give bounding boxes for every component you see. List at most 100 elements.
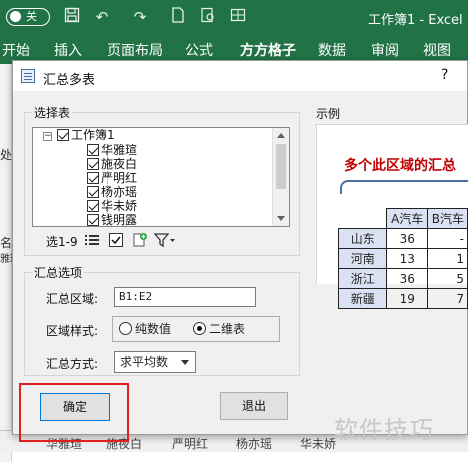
sheet-edge-text-1: 处	[0, 148, 13, 162]
table-row-header: 河南	[337, 248, 388, 269]
tree-item[interactable]: 钱明露	[87, 213, 138, 227]
range-label: 汇总区域:	[46, 292, 99, 306]
add-sheet-icon[interactable]	[132, 232, 148, 248]
tree-item[interactable]: 华未娇	[87, 199, 137, 214]
tree-item[interactable]: 杨亦瑶	[87, 185, 137, 200]
method-dropdown[interactable]: 求平均数	[114, 351, 196, 373]
autosave-toggle[interactable]: 关	[6, 8, 50, 26]
tree-item[interactable]: 华雅瑄	[87, 143, 137, 158]
table-row-header: 山东	[337, 228, 388, 249]
table-cell: 19	[386, 288, 429, 309]
table-icon[interactable]	[228, 7, 248, 27]
tree-item[interactable]: 施夜白	[87, 157, 137, 172]
tree-root-label: 工作簿1	[71, 128, 115, 142]
tree-item[interactable]: 严明红	[87, 171, 137, 186]
tab-insert[interactable]: 插入	[54, 40, 82, 60]
style-option-2d-table[interactable]: 二维表	[193, 322, 245, 336]
table-row-header: 浙江	[337, 268, 388, 289]
tree-item-label: 华雅瑄	[101, 143, 138, 157]
style-label: 区域样式:	[46, 324, 99, 338]
table-corner-cell	[338, 208, 388, 229]
tab-formulas[interactable]: 公式	[185, 40, 213, 60]
tab-fangfang-gezi[interactable]: 方方格子	[240, 40, 296, 60]
tree-item-label: 钱明露	[101, 213, 138, 227]
tree-root-row[interactable]: − 工作簿1	[33, 128, 273, 143]
method-selected-value: 求平均数	[120, 355, 169, 369]
ok-button-highlight	[19, 383, 129, 442]
table-cell: -	[427, 228, 468, 249]
scroll-down-icon[interactable]	[277, 216, 285, 221]
region-brace	[340, 180, 468, 194]
redo-icon[interactable]: ↷	[130, 7, 150, 27]
table-cell: 5	[427, 268, 468, 289]
table-row: 新疆 19 7	[337, 288, 468, 309]
example-table: A汽车 B汽车 山东 36 - 河南 13 1 浙江 36 5 新疆 19 7	[337, 208, 468, 309]
sheet-edge-text-2: 名	[0, 236, 13, 250]
table-tree-list[interactable]: − 工作簿1 华雅瑄 施夜白 严明红 杨亦瑶 华未娇 钱明露	[32, 127, 290, 227]
table-cell: 36	[386, 228, 429, 249]
check-all-icon[interactable]	[108, 232, 124, 248]
help-button[interactable]: ?	[441, 67, 448, 83]
example-label: 示例	[316, 107, 341, 121]
scroll-thumb[interactable]	[276, 144, 286, 189]
style-option-values-label: 纯数值	[135, 322, 172, 336]
sheet-tab-3[interactable]: 严明红	[172, 435, 208, 452]
item-checkbox[interactable]	[87, 158, 99, 170]
item-checkbox[interactable]	[87, 186, 99, 198]
tab-home[interactable]: 开始	[2, 40, 30, 60]
tree-scrollbar[interactable]	[272, 128, 289, 226]
tab-view[interactable]: 视图	[423, 40, 451, 60]
table-row: 山东 36 -	[337, 228, 468, 249]
item-checkbox[interactable]	[87, 214, 99, 226]
table-cell: 36	[386, 268, 429, 289]
exit-button[interactable]: 退出	[220, 392, 288, 420]
style-option-values[interactable]: 纯数值	[119, 322, 171, 336]
table-cell: 13	[386, 248, 429, 269]
range-input[interactable]: B1:E2	[114, 287, 256, 307]
autosave-state-label: 关	[26, 10, 37, 23]
list-view-icon[interactable]	[84, 232, 100, 248]
tree-item-label: 施夜白	[101, 157, 138, 171]
toggle-knob	[10, 11, 21, 22]
select-tables-label: 选择表	[32, 104, 73, 121]
table-row: 浙江 36 5	[337, 268, 468, 289]
tree-item-label: 严明红	[101, 171, 138, 185]
table-row-header: 新疆	[337, 288, 388, 309]
summary-options-label: 汇总选项	[32, 264, 85, 281]
selection-summary: 选1-9	[46, 235, 78, 249]
radio-unselected-icon[interactable]	[119, 322, 132, 335]
filter-icon[interactable]	[153, 232, 176, 248]
save-icon[interactable]	[62, 7, 82, 27]
item-checkbox[interactable]	[87, 172, 99, 184]
dialog-app-icon	[21, 69, 35, 83]
workbook-title: 工作簿1 - Excel	[368, 13, 463, 28]
table-header-cell: A汽车	[386, 208, 429, 229]
radio-selected-icon[interactable]	[193, 322, 206, 335]
undo-icon[interactable]: ↶	[92, 7, 112, 27]
document-icon[interactable]	[168, 7, 188, 27]
excel-title-bar: 关 ↶ ↷ 工作簿1 - Excel	[0, 0, 468, 34]
tree-item-label: 杨亦瑶	[101, 185, 138, 199]
item-checkbox[interactable]	[87, 144, 99, 156]
scroll-up-icon[interactable]	[277, 133, 285, 138]
collapse-icon[interactable]: −	[43, 132, 52, 141]
tab-page-layout[interactable]: 页面布局	[107, 40, 163, 60]
style-radio-group: 纯数值 二维表	[112, 316, 280, 342]
tab-data[interactable]: 数据	[318, 40, 346, 60]
tree-item-label: 华未娇	[101, 199, 138, 213]
sheet-tab-5[interactable]: 华未娇	[300, 435, 336, 452]
table-cell: 7	[427, 288, 468, 309]
chevron-down-icon	[181, 360, 189, 365]
print-preview-icon[interactable]	[198, 7, 218, 27]
dialog-title-bar: 汇总多表 ?	[13, 61, 467, 91]
table-header-cell: B汽车	[427, 208, 468, 229]
table-header-row: A汽车 B汽车	[338, 208, 468, 229]
table-cell: 1	[427, 248, 468, 269]
method-label: 汇总方式:	[46, 357, 99, 371]
sheet-tab-4[interactable]: 杨亦瑶	[236, 435, 272, 452]
tab-review[interactable]: 审阅	[371, 40, 399, 60]
example-caption: 多个此区域的汇总	[344, 158, 456, 174]
item-checkbox[interactable]	[87, 200, 99, 212]
root-checkbox[interactable]	[57, 129, 69, 141]
dialog-title: 汇总多表	[43, 73, 96, 88]
